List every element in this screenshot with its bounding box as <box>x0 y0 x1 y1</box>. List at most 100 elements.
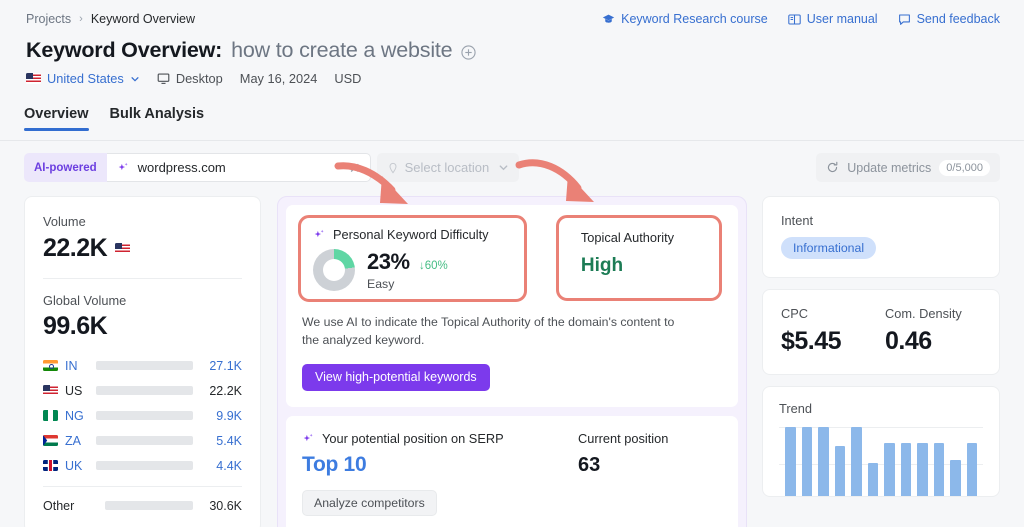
status-badge[interactable]: Informational <box>781 237 876 259</box>
volume-card: Volume 22.2K Global Volume 99.6K IN 27.1… <box>24 196 261 527</box>
serp-position-card: Your potential position on SERP Top 10 A… <box>286 416 738 527</box>
country-volume: 22.2K <box>200 384 242 398</box>
pkd-topical-card: Personal Keyword Difficulty 23% ↓60% Eas… <box>286 205 738 407</box>
comment-icon <box>898 13 911 26</box>
trend-bar <box>851 427 862 497</box>
list-item[interactable]: NG 9.9K <box>43 403 242 428</box>
list-item[interactable]: IN 27.1K <box>43 353 242 378</box>
trend-bar <box>934 443 945 497</box>
device-selector[interactable]: Desktop <box>157 71 223 86</box>
serp-potential-value: Top 10 <box>302 453 578 477</box>
list-item[interactable]: ZA 5.4K <box>43 428 242 453</box>
trend-bar <box>917 443 928 497</box>
breadcrumb-current: Keyword Overview <box>91 12 195 26</box>
location-placeholder: Select location <box>405 160 490 175</box>
ai-powered-badge: AI-powered <box>24 153 107 182</box>
density-label: Com. Density <box>885 306 962 321</box>
sparkle-icon <box>302 432 315 445</box>
serp-grid: Your potential position on SERP Top 10 A… <box>302 431 722 516</box>
pkd-percent-row: 23% ↓60% <box>367 249 448 275</box>
analyze-competitors-button[interactable]: Analyze competitors <box>302 490 437 516</box>
book-icon <box>788 13 801 26</box>
cpc-label: CPC <box>781 306 885 321</box>
list-item-other: Other 30.6K <box>43 493 242 518</box>
country-code: UK <box>65 459 89 473</box>
page-title: Keyword Overview: how to create a websit… <box>26 38 476 63</box>
right-column: Intent Informational CPC $5.45 Com. Dens… <box>762 196 1000 497</box>
volume-label: Volume <box>43 214 242 229</box>
refresh-icon <box>826 161 839 174</box>
intent-label: Intent <box>781 213 981 228</box>
ai-description: We use AI to indicate the Topical Author… <box>302 314 682 350</box>
user-manual-label: User manual <box>807 12 878 26</box>
left-column: Volume 22.2K Global Volume 99.6K IN 27.1… <box>24 196 261 527</box>
volume-bar <box>96 386 193 395</box>
volume-value-row: 22.2K <box>43 234 242 263</box>
device-label: Desktop <box>176 71 223 86</box>
plus-circle-icon[interactable] <box>461 45 476 60</box>
trend-bar <box>802 427 813 497</box>
location-pin-icon <box>387 162 399 174</box>
trend-bar <box>950 460 961 497</box>
intent-card: Intent Informational <box>762 196 1000 278</box>
trend-chart <box>779 427 983 497</box>
topical-authority-card[interactable]: Topical Authority High <box>556 215 722 301</box>
send-feedback-link[interactable]: Send feedback <box>898 12 1000 26</box>
list-item[interactable]: UK 4.4K <box>43 453 242 478</box>
pkd-difficulty-label: Easy <box>367 277 448 291</box>
location-select[interactable]: Select location <box>377 153 519 182</box>
domain-search-field[interactable]: wordpress.com ✕ <box>107 153 371 182</box>
page-title-prefix: Keyword Overview: <box>26 38 222 63</box>
country-code: ZA <box>65 434 89 448</box>
user-manual-link[interactable]: User manual <box>788 12 878 26</box>
trend-bar <box>868 463 879 497</box>
cpc-block: CPC $5.45 <box>781 306 885 356</box>
ai-insights-panel: Personal Keyword Difficulty 23% ↓60% Eas… <box>277 196 747 527</box>
cpc-density-card: CPC $5.45 Com. Density 0.46 <box>762 289 1000 375</box>
country-code: US <box>65 384 89 398</box>
ng-flag-icon <box>43 410 58 421</box>
keyword-overview-page: Projects › Keyword Overview Keyword Rese… <box>0 0 1024 527</box>
current-position-label: Current position <box>578 431 668 446</box>
global-volume-label: Global Volume <box>43 293 242 308</box>
desktop-icon <box>157 72 170 85</box>
breadcrumb-projects[interactable]: Projects <box>26 12 71 26</box>
in-flag-icon <box>43 360 58 371</box>
country-volume: 9.9K <box>200 409 242 423</box>
tab-overview[interactable]: Overview <box>24 106 89 131</box>
list-item[interactable]: US 22.2K <box>43 378 242 403</box>
sparkle-icon <box>313 228 326 241</box>
pkd-body: 23% ↓60% Easy <box>313 249 512 291</box>
serp-potential-header: Your potential position on SERP <box>302 431 578 446</box>
serp-potential-block: Your potential position on SERP Top 10 A… <box>302 431 578 516</box>
view-high-potential-keywords-button[interactable]: View high-potential keywords <box>302 364 490 391</box>
currency-label: USD <box>334 71 361 86</box>
serp-potential-label: Your potential position on SERP <box>322 431 504 446</box>
tab-divider <box>0 140 1024 141</box>
density-value: 0.46 <box>885 327 962 356</box>
update-metrics-button[interactable]: Update metrics 0/5,000 <box>816 153 1000 182</box>
za-flag-icon <box>43 435 58 446</box>
date-label-wrap: May 16, 2024 <box>240 71 318 86</box>
breadcrumb: Projects › Keyword Overview <box>26 12 195 26</box>
pkd-values: 23% ↓60% Easy <box>367 249 448 291</box>
topical-authority-label: Topical Authority <box>581 230 701 245</box>
tab-bulk-analysis[interactable]: Bulk Analysis <box>110 106 205 131</box>
breadcrumb-separator: › <box>79 13 83 25</box>
date-label: May 16, 2024 <box>240 71 318 86</box>
other-volume: 30.6K <box>200 499 242 513</box>
divider <box>43 486 242 487</box>
trend-bar <box>818 427 829 497</box>
close-icon[interactable]: ✕ <box>349 161 361 175</box>
personal-keyword-difficulty-card[interactable]: Personal Keyword Difficulty 23% ↓60% Eas… <box>298 215 527 302</box>
cpc-value: $5.45 <box>781 327 885 356</box>
volume-bar <box>105 501 193 510</box>
update-metrics-label: Update metrics <box>847 161 931 175</box>
page-title-keyword: how to create a website <box>231 38 452 63</box>
header-links: Keyword Research course User manual Send… <box>602 12 1000 26</box>
graduation-cap-icon <box>602 13 615 26</box>
country-selector[interactable]: United States <box>26 71 140 86</box>
country-volume: 5.4K <box>200 434 242 448</box>
current-position-value: 63 <box>578 454 668 477</box>
keyword-research-course-link[interactable]: Keyword Research course <box>602 12 768 26</box>
